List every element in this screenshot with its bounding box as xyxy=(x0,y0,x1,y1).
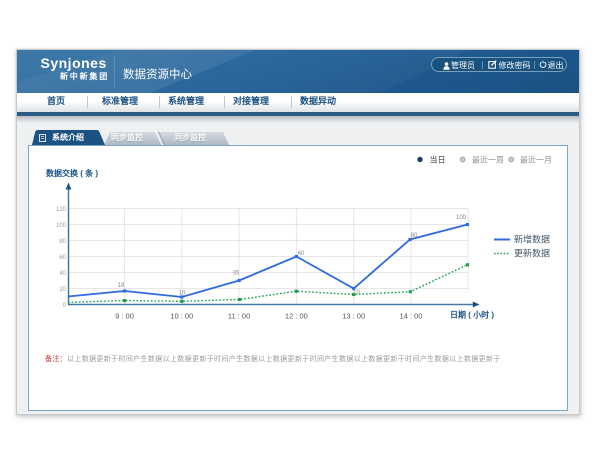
svg-text:更新数据: 更新数据 xyxy=(514,248,550,259)
svg-text:11 : 00: 11 : 00 xyxy=(228,312,250,321)
svg-text:80: 80 xyxy=(59,239,66,245)
svg-text:60: 60 xyxy=(298,251,305,257)
svg-text:当日: 当日 xyxy=(430,155,446,165)
svg-text:最近一月: 最近一月 xyxy=(520,155,552,165)
svg-text:13 : 00: 13 : 00 xyxy=(342,312,365,321)
svg-text:60: 60 xyxy=(59,255,66,261)
svg-text:100: 100 xyxy=(56,223,67,229)
svg-text:14 : 00: 14 : 00 xyxy=(400,312,423,321)
svg-text:10: 10 xyxy=(353,290,360,296)
svg-text:新增数据: 新增数据 xyxy=(514,234,550,245)
svg-text:20: 20 xyxy=(59,287,66,293)
svg-text:日期 ( 小时 ): 日期 ( 小时 ) xyxy=(450,310,494,320)
svg-text:12 : 00: 12 : 00 xyxy=(285,312,308,321)
svg-text:35: 35 xyxy=(233,271,240,277)
svg-text:100: 100 xyxy=(456,215,467,221)
svg-text:10: 10 xyxy=(179,291,186,297)
svg-text:9 : 00: 9 : 00 xyxy=(115,312,134,321)
svg-text:0: 0 xyxy=(63,303,67,309)
svg-text:10 : 00: 10 : 00 xyxy=(170,312,193,321)
svg-text:80: 80 xyxy=(411,233,418,239)
svg-text:120: 120 xyxy=(56,207,67,213)
svg-text:40: 40 xyxy=(59,271,66,277)
svg-text:数据交换 ( 条 ): 数据交换 ( 条 ) xyxy=(46,168,98,178)
svg-text:18: 18 xyxy=(118,283,125,289)
svg-text:最近一周: 最近一周 xyxy=(472,155,504,165)
